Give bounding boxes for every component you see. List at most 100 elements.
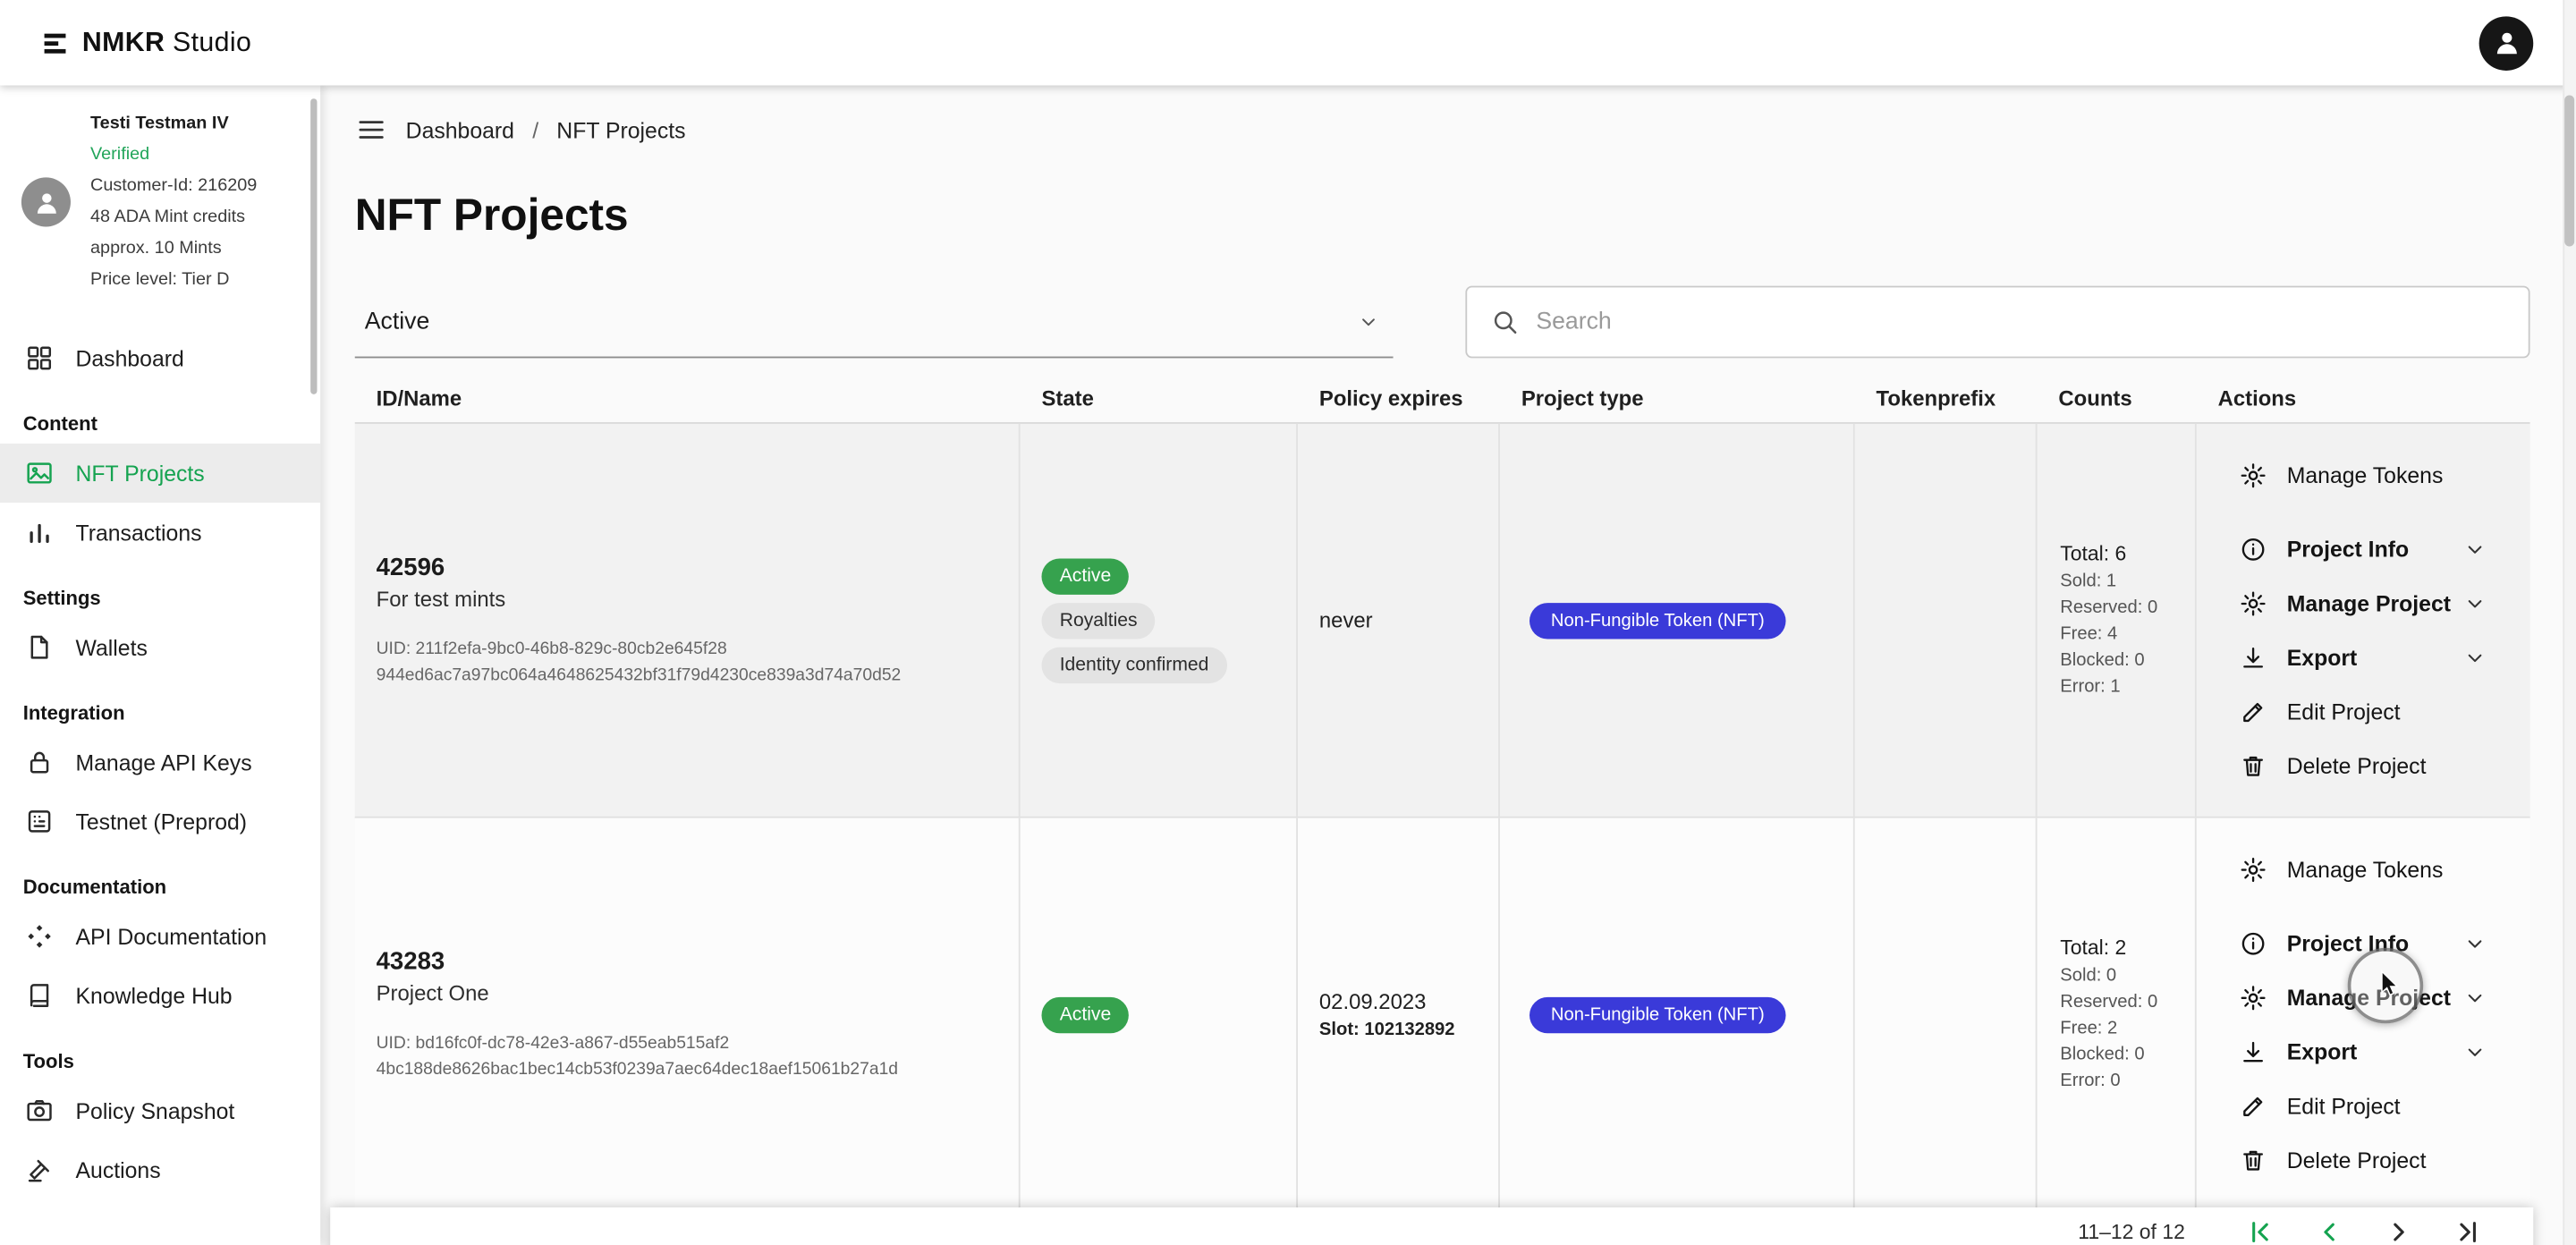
download-icon [2243, 647, 2264, 667]
sidebar-item-testnet[interactable]: Testnet (Preprod) [0, 792, 320, 851]
nav-label: Policy Snapshot [75, 1097, 235, 1123]
nav-label: Testnet (Preprod) [75, 809, 248, 834]
table-row[interactable]: 43283 Project One UID: bd16fc0f-dc78-42e… [354, 817, 2530, 1213]
project-type-cell: Non-Fungible Token (NFT) [1500, 423, 1855, 817]
breadcrumb-dashboard[interactable]: Dashboard [406, 117, 514, 142]
gear-icon [2241, 857, 2266, 882]
sidebar-item-knowledge-hub[interactable]: Knowledge Hub [0, 966, 320, 1025]
edit-icon [2243, 1096, 2263, 1116]
action-edit-project[interactable]: Edit Project [2239, 684, 2506, 739]
count-reserved: Reserved: 0 [2060, 991, 2158, 1012]
nmkr-logo-icon [44, 32, 66, 53]
action-manage-project[interactable]: Manage Project [2239, 576, 2506, 631]
sidebar-scrollbar[interactable] [310, 98, 318, 394]
logo-text: NMKR Studio [82, 27, 251, 58]
cursor-icon [2381, 970, 2399, 996]
sidebar-nav: Dashboard Content NFT Projects Transacti… [0, 328, 321, 1199]
count-free: Free: 2 [2060, 1017, 2118, 1038]
nav-section-settings: Settings [22, 586, 101, 610]
sidebar-item-api-documentation[interactable]: API Documentation [0, 907, 320, 966]
tokenprefix-cell [1855, 423, 2038, 817]
sidebar-item-dashboard[interactable]: Dashboard [0, 328, 320, 387]
sidebar-item-manage-api-keys[interactable]: Manage API Keys [0, 733, 320, 792]
lock-icon [30, 751, 49, 774]
nav-section-documentation: Documentation [22, 875, 167, 899]
col-actions: Actions [2217, 385, 2297, 411]
action-export[interactable]: Export [2239, 630, 2506, 684]
nav-label: Transactions [75, 520, 202, 545]
sidebar-item-policy-snapshot[interactable]: Policy Snapshot [0, 1081, 320, 1140]
action-delete-project[interactable]: Delete Project [2239, 1132, 2506, 1187]
chevron-down-icon [2468, 599, 2482, 607]
page-scrollbar-thumb[interactable] [2564, 95, 2575, 247]
person-icon [2496, 32, 2516, 55]
user-customer-id: Customer-Id: 216209 [90, 175, 258, 196]
project-type-pill: Non-Fungible Token (NFT) [1530, 995, 1786, 1033]
sidebar: Testi Testman IV Verified Customer-Id: 2… [0, 85, 321, 1245]
nav-section-content: Content [22, 412, 97, 436]
user-avatar-button[interactable] [2479, 15, 2534, 71]
project-id: 42596 [376, 553, 445, 581]
col-state: State [1041, 385, 1094, 411]
nav-label: API Documentation [75, 924, 267, 949]
col-counts: Counts [2058, 385, 2132, 411]
sidebar-item-transactions[interactable]: Transactions [0, 503, 320, 562]
project-id-cell: 43283 Project One UID: bd16fc0f-dc78-42e… [355, 817, 1021, 1211]
trash-icon [2243, 1149, 2264, 1170]
sidebar-item-wallets[interactable]: Wallets [0, 618, 320, 677]
tokenprefix-cell [1855, 817, 2038, 1211]
search-input[interactable] [1536, 309, 2506, 335]
count-total: Total: 2 [2060, 936, 2127, 959]
project-uid-line2: 4bc188de8626bac1bec14cb53f0239a7aec64dec… [376, 1058, 899, 1079]
sidebar-item-nft-projects[interactable]: NFT Projects [0, 443, 321, 504]
last-page-button[interactable] [2451, 1215, 2484, 1245]
pagination-bar: 11–12 of 12 [330, 1207, 2534, 1245]
action-manage-tokens[interactable]: Manage Tokens [2239, 842, 2506, 896]
action-delete-project[interactable]: Delete Project [2239, 739, 2506, 793]
action-project-info[interactable]: Project Info [2239, 521, 2506, 576]
nav-label: Dashboard [75, 345, 184, 371]
project-uid: UID: 211f2efa-9bc0-46b8-829c-80cb2e645f2… [377, 635, 1019, 688]
count-sold: Sold: 0 [2060, 965, 2117, 986]
count-free: Free: 4 [2060, 623, 2118, 644]
action-export[interactable]: Export [2239, 1024, 2506, 1079]
action-edit-project[interactable]: Edit Project [2239, 1079, 2506, 1133]
table-row[interactable]: 42596 For test mints UID: 211f2efa-9bc0-… [354, 423, 2530, 818]
menu-icon[interactable] [355, 114, 388, 147]
testnet-icon [28, 810, 51, 833]
action-manage-tokens[interactable]: Manage Tokens [2239, 448, 2506, 503]
action-label: Edit Project [2286, 1093, 2401, 1118]
nav-section-integration: Integration [22, 701, 125, 724]
main-content: Dashboard / NFT Projects NFT Projects Ac… [320, 86, 2576, 1245]
pagination-range: 11–12 of 12 [2078, 1220, 2185, 1244]
count-blocked: Blocked: 0 [2060, 649, 2145, 670]
page-scrollbar[interactable] [2563, 0, 2576, 1245]
nav-label: Manage API Keys [75, 750, 252, 775]
project-uid: UID: bd16fc0f-dc78-42e3-a867-d55eab515af… [377, 1029, 1019, 1082]
document-icon [30, 635, 48, 659]
action-label: Manage Tokens [2286, 462, 2444, 487]
nmkr-studio-app: NMKR Studio Testi Testman IV Verified Cu… [0, 0, 2576, 1245]
nmkr-logo[interactable]: NMKR Studio [43, 27, 251, 58]
col-project-type: Project type [1521, 385, 1644, 411]
cursor-click-indicator [2347, 947, 2424, 1024]
previous-page-button[interactable] [2313, 1215, 2346, 1245]
breadcrumb-separator: / [532, 117, 539, 142]
trash-icon [2243, 755, 2264, 775]
bar-chart-icon [30, 523, 49, 544]
filter-row: Active [354, 285, 2530, 359]
next-page-button[interactable] [2382, 1215, 2415, 1245]
user-card: Testi Testman IV Verified Customer-Id: 2… [0, 98, 320, 302]
count-sold: Sold: 1 [2060, 571, 2117, 591]
chevron-down-icon [2468, 939, 2482, 947]
search-icon [1494, 311, 1517, 334]
first-page-button[interactable] [2244, 1215, 2277, 1245]
logo-product: Studio [173, 27, 252, 57]
status-filter-select[interactable]: Active [354, 286, 1394, 359]
download-icon [2243, 1040, 2264, 1062]
search-box[interactable] [1465, 285, 2530, 359]
action-label: Delete Project [2286, 1147, 2427, 1173]
info-icon [2241, 931, 2265, 954]
breadcrumb-nft-projects[interactable]: NFT Projects [556, 117, 685, 142]
sidebar-item-auctions[interactable]: Auctions [0, 1140, 320, 1199]
